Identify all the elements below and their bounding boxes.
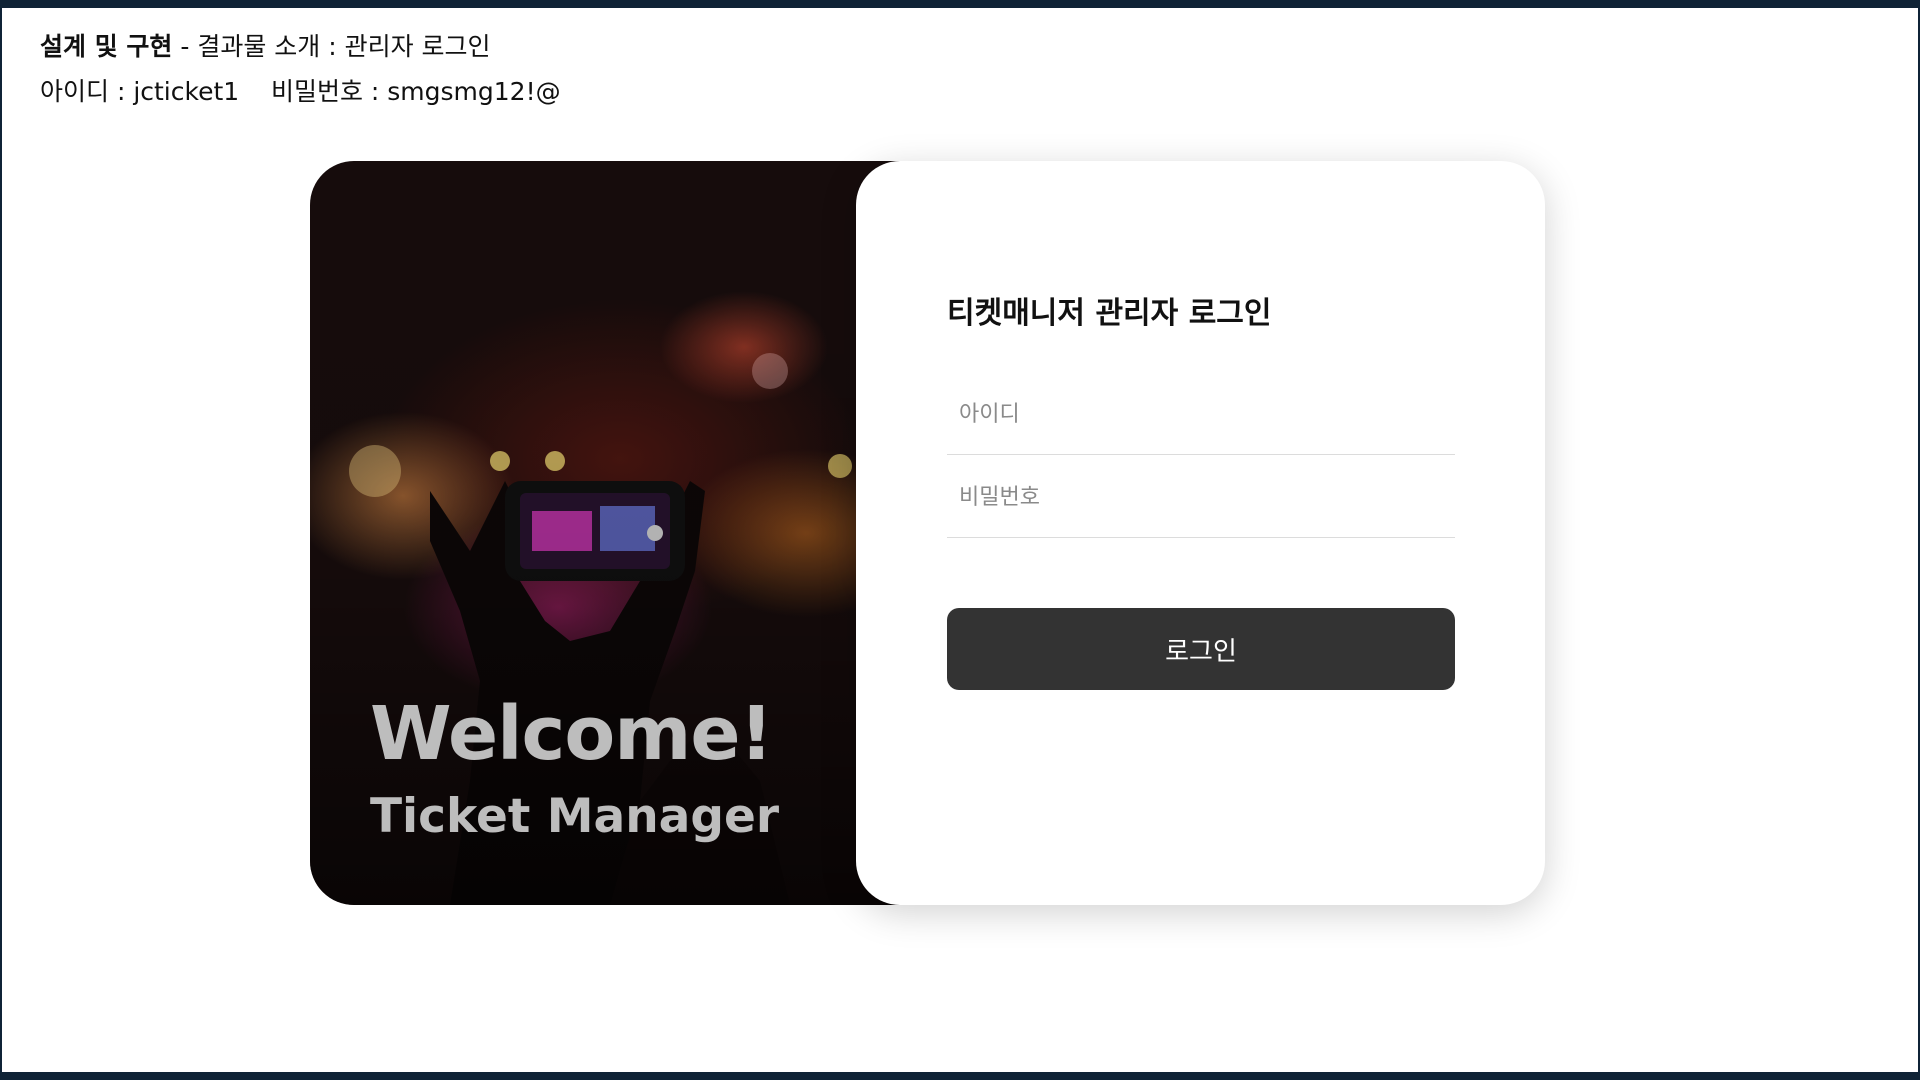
login-card: Welcome! Ticket Manager 티켓매니저 관리자 로그인 로그… — [310, 161, 1545, 905]
intro-title: 설계 및 구현 - 결과물 소개 : 관리자 로그인 — [40, 24, 561, 69]
ticket-manager-subtitle: Ticket Manager — [370, 789, 780, 844]
id-input[interactable] — [947, 375, 1455, 455]
login-button[interactable]: 로그인 — [947, 608, 1455, 690]
window-frame-bottom — [0, 1072, 1920, 1080]
welcome-heading: Welcome! — [370, 691, 773, 777]
intro-title-bold: 설계 및 구현 — [40, 32, 173, 61]
window-frame-top — [0, 0, 1920, 8]
login-form-title: 티켓매니저 관리자 로그인 — [947, 296, 1272, 331]
window-frame-left — [0, 0, 2, 1080]
concert-photo-panel: Welcome! Ticket Manager — [310, 161, 930, 905]
password-input[interactable] — [947, 458, 1455, 538]
intro-section: 설계 및 구현 - 결과물 소개 : 관리자 로그인 아이디 : jcticke… — [40, 24, 561, 114]
login-form-panel: 티켓매니저 관리자 로그인 로그인 — [856, 161, 1545, 905]
intro-credentials: 아이디 : jcticket1 비밀번호 : smgsmg12!@ — [40, 77, 561, 106]
intro-title-rest: - 결과물 소개 : 관리자 로그인 — [172, 32, 491, 61]
